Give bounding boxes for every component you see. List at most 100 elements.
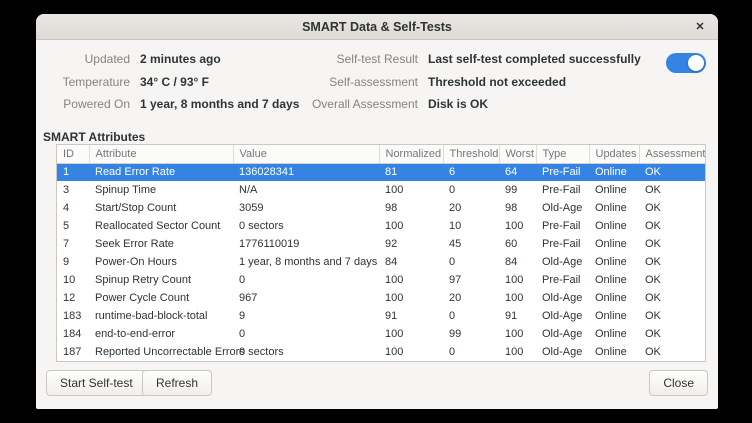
cell-updates: Online [589,343,639,361]
close-icon[interactable]: ✕ [690,17,710,37]
table-row[interactable]: 184end-to-end-error010099100Old-AgeOnlin… [57,325,705,343]
cell-worst: 64 [499,163,536,181]
cell-assessment: OK [639,163,705,181]
table-row[interactable]: 183runtime-bad-block-total991091Old-AgeO… [57,307,705,325]
table-row[interactable]: 12Power Cycle Count96710020100Old-AgeOnl… [57,289,705,307]
start-self-test-button[interactable]: Start Self-test [46,370,147,396]
cell-attribute: Power-On Hours [89,253,233,271]
cell-worst: 100 [499,325,536,343]
table-header-row[interactable]: IDAttributeValueNormalizedThresholdWorst… [57,145,705,163]
cell-type: Pre-Fail [536,235,589,253]
cell-threshold: 0 [443,343,499,361]
cell-normalized: 100 [379,217,443,235]
powered-on-value: 1 year, 8 months and 7 days [140,97,299,111]
cell-normalized: 100 [379,343,443,361]
table-row[interactable]: 10Spinup Retry Count010097100Pre-FailOnl… [57,271,705,289]
cell-id: 12 [57,289,89,307]
column-header-assessment[interactable]: Assessment [639,145,705,163]
cell-updates: Online [589,217,639,235]
cell-assessment: OK [639,289,705,307]
overall-assessment-value: Disk is OK [428,97,488,111]
cell-assessment: OK [639,217,705,235]
cell-attribute: Reported Uncorrectable Errors [89,343,233,361]
table-row[interactable]: 3Spinup TimeN/A100099Pre-FailOnlineOK [57,181,705,199]
section-title: SMART Attributes [43,130,145,144]
cell-normalized: 91 [379,307,443,325]
powered-on-label: Powered On [44,97,130,111]
cell-value: 0 [233,271,379,289]
cell-threshold: 0 [443,253,499,271]
column-header-type[interactable]: Type [536,145,589,163]
cell-normalized: 100 [379,271,443,289]
cell-updates: Online [589,163,639,181]
cell-threshold: 0 [443,307,499,325]
cell-type: Old-Age [536,343,589,361]
cell-type: Pre-Fail [536,163,589,181]
cell-worst: 98 [499,199,536,217]
cell-id: 183 [57,307,89,325]
cell-type: Pre-Fail [536,181,589,199]
self-test-result-row: Self-test Result Last self-test complete… [296,48,706,71]
cell-value: 0 [233,325,379,343]
cell-updates: Online [589,325,639,343]
cell-assessment: OK [639,199,705,217]
cell-attribute: Seek Error Rate [89,235,233,253]
titlebar[interactable]: SMART Data & Self-Tests ✕ [36,14,718,40]
refresh-button[interactable]: Refresh [142,370,212,396]
cell-value: 136028341 [233,163,379,181]
smart-enabled-toggle[interactable] [666,53,706,73]
column-header-threshold[interactable]: Threshold [443,145,499,163]
smart-dialog-window: SMART Data & Self-Tests ✕ Updated 2 minu… [36,14,718,409]
updated-value: 2 minutes ago [140,52,221,66]
cell-type: Pre-Fail [536,271,589,289]
column-header-normalized[interactable]: Normalized [379,145,443,163]
drive-info-right: Self-test Result Last self-test complete… [296,48,706,116]
cell-threshold: 97 [443,271,499,289]
cell-threshold: 45 [443,235,499,253]
table-row[interactable]: 7Seek Error Rate1776110019924560Pre-Fail… [57,235,705,253]
table-row[interactable]: 1Read Error Rate13602834181664Pre-FailOn… [57,163,705,181]
cell-worst: 100 [499,289,536,307]
cell-updates: Online [589,271,639,289]
cell-value: 967 [233,289,379,307]
cell-normalized: 84 [379,253,443,271]
temperature-value: 34° C / 93° F [140,75,209,89]
column-header-value[interactable]: Value [233,145,379,163]
cell-id: 184 [57,325,89,343]
cell-attribute: Power Cycle Count [89,289,233,307]
column-header-attribute[interactable]: Attribute [89,145,233,163]
overall-assessment-label: Overall Assessment [296,97,418,111]
column-header-id[interactable]: ID [57,145,89,163]
cell-assessment: OK [639,235,705,253]
cell-normalized: 92 [379,235,443,253]
cell-assessment: OK [639,271,705,289]
cell-id: 5 [57,217,89,235]
cell-threshold: 99 [443,325,499,343]
table-row[interactable]: 4Start/Stop Count3059982098Old-AgeOnline… [57,199,705,217]
cell-normalized: 100 [379,289,443,307]
overall-assessment-row: Overall Assessment Disk is OK [296,93,706,116]
cell-value: 0 sectors [233,217,379,235]
cell-type: Old-Age [536,199,589,217]
cell-value: 0 sectors [233,343,379,361]
cell-assessment: OK [639,325,705,343]
cell-threshold: 20 [443,199,499,217]
table-row[interactable]: 5Reallocated Sector Count0 sectors100101… [57,217,705,235]
cell-type: Old-Age [536,307,589,325]
cell-assessment: OK [639,307,705,325]
self-assessment-label: Self-assessment [296,75,418,89]
self-assessment-value: Threshold not exceeded [428,75,566,89]
cell-attribute: Read Error Rate [89,163,233,181]
table-row[interactable]: 187Reported Uncorrectable Errors0 sector… [57,343,705,361]
column-header-worst[interactable]: Worst [499,145,536,163]
cell-attribute: end-to-end-error [89,325,233,343]
close-button[interactable]: Close [649,370,708,396]
table-body: 1Read Error Rate13602834181664Pre-FailOn… [57,163,705,361]
toggle-knob [688,55,704,71]
cell-attribute: Start/Stop Count [89,199,233,217]
cell-id: 187 [57,343,89,361]
table-row[interactable]: 9Power-On Hours1 year, 8 months and 7 da… [57,253,705,271]
cell-value: 1776110019 [233,235,379,253]
cell-updates: Online [589,253,639,271]
column-header-updates[interactable]: Updates [589,145,639,163]
